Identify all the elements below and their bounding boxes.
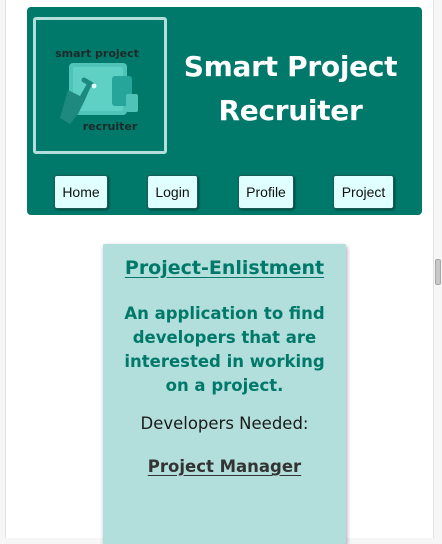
app-title: Smart Project Recruiter xyxy=(173,45,408,133)
project-description: An application to find developers that a… xyxy=(124,304,325,395)
app-title-line-1: Smart Project xyxy=(183,50,398,83)
app-title-line-2: Recruiter xyxy=(218,94,363,127)
nav-home-button[interactable]: Home xyxy=(54,175,108,209)
app-header: smart project recruiter Smart Project Re… xyxy=(27,7,422,215)
nav-login-button[interactable]: Login xyxy=(147,175,198,209)
svg-text:recruiter: recruiter xyxy=(83,120,138,133)
svg-text:smart project: smart project xyxy=(55,47,139,60)
logo: smart project recruiter xyxy=(33,17,167,154)
developers-needed-label: Developers Needed: xyxy=(140,414,309,433)
hand-tapping-devices-icon: smart project recruiter xyxy=(55,47,139,133)
scrollbar-handle[interactable] xyxy=(435,259,441,285)
nav-profile-button[interactable]: Profile xyxy=(238,175,294,209)
page: smart project recruiter Smart Project Re… xyxy=(5,0,434,544)
role-project-manager-link[interactable]: Project Manager xyxy=(103,457,346,476)
project-title-link[interactable]: Project-Enlistment xyxy=(103,257,346,279)
nav-project-button[interactable]: Project xyxy=(333,175,394,209)
project-card: Project-Enlistment An application to fin… xyxy=(103,244,346,544)
scrollbar[interactable] xyxy=(434,0,442,538)
